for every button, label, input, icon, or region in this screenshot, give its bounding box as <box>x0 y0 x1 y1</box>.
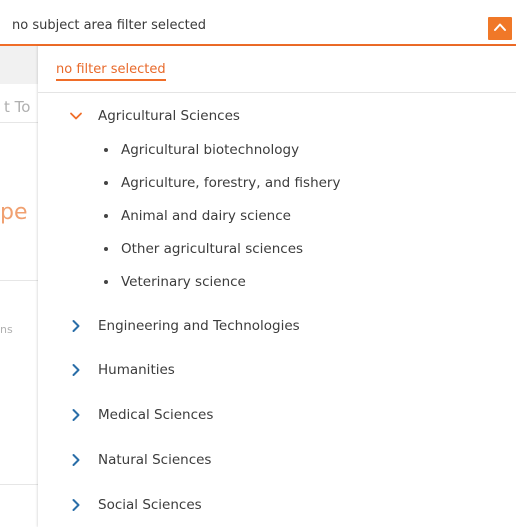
sub-item-other-agricultural-sciences[interactable]: Other agricultural sciences <box>104 241 303 257</box>
chevron-right-icon[interactable] <box>68 497 84 513</box>
background-text-fragment: pe <box>0 200 28 225</box>
tree-item-social-sciences[interactable]: Social Sciences <box>68 497 202 513</box>
tree-item-label: Medical Sciences <box>98 407 214 423</box>
sub-item-label: Veterinary science <box>121 274 246 290</box>
tree-item-label: Engineering and Technologies <box>98 318 300 334</box>
bullet-icon <box>104 214 108 218</box>
bullet-icon <box>104 247 108 251</box>
background-band <box>0 44 38 84</box>
clear-filter-row: no filter selected <box>38 46 516 93</box>
bullet-icon <box>104 280 108 284</box>
tree-item-natural-sciences[interactable]: Natural Sciences <box>68 452 211 468</box>
subject-filter-dropdown: t To pe ns no subject area filter select… <box>0 0 516 527</box>
chevron-right-icon[interactable] <box>68 318 84 334</box>
background-page <box>0 44 40 527</box>
bullet-icon <box>104 148 108 152</box>
chevron-right-icon[interactable] <box>68 362 84 378</box>
sub-item-label: Agriculture, forestry, and fishery <box>121 175 341 191</box>
dropdown-toggle-button[interactable] <box>488 17 512 40</box>
background-divider <box>0 484 38 485</box>
subject-area-select[interactable]: no subject area filter selected <box>0 12 516 46</box>
background-divider <box>0 122 38 123</box>
tree-item-medical-sciences[interactable]: Medical Sciences <box>68 407 213 423</box>
chevron-right-icon[interactable] <box>68 452 84 468</box>
tree-item-label: Agricultural Sciences <box>98 108 240 124</box>
background-text-fragment: t To <box>4 98 31 116</box>
select-value: no subject area filter selected <box>12 18 206 33</box>
chevron-right-icon[interactable] <box>68 407 84 423</box>
tree-item-label: Social Sciences <box>98 497 202 513</box>
sub-item-agricultural-biotechnology[interactable]: Agricultural biotechnology <box>104 142 299 158</box>
tree-item-label: Humanities <box>98 362 175 378</box>
sub-item-label: Animal and dairy science <box>121 208 291 224</box>
tree-item-humanities[interactable]: Humanities <box>68 362 175 378</box>
no-filter-link[interactable]: no filter selected <box>56 62 166 81</box>
chevron-up-icon <box>493 19 507 38</box>
tree-item-engineering-technologies[interactable]: Engineering and Technologies <box>68 318 300 334</box>
sub-item-label: Other agricultural sciences <box>121 241 304 257</box>
background-text-fragment: ns <box>0 323 13 336</box>
tree-item-agricultural-sciences[interactable]: Agricultural Sciences <box>68 108 240 124</box>
chevron-down-icon[interactable] <box>68 108 84 124</box>
tree-item-label: Natural Sciences <box>98 452 212 468</box>
bullet-icon <box>104 181 108 185</box>
dropdown-panel: no filter selected Agricultural Sciences… <box>38 46 516 527</box>
background-divider <box>0 280 38 281</box>
sub-item-agriculture-forestry-fishery[interactable]: Agriculture, forestry, and fishery <box>104 175 340 191</box>
sub-item-label: Agricultural biotechnology <box>121 142 300 158</box>
sub-item-veterinary-science[interactable]: Veterinary science <box>104 274 246 290</box>
sub-item-animal-dairy-science[interactable]: Animal and dairy science <box>104 208 291 224</box>
